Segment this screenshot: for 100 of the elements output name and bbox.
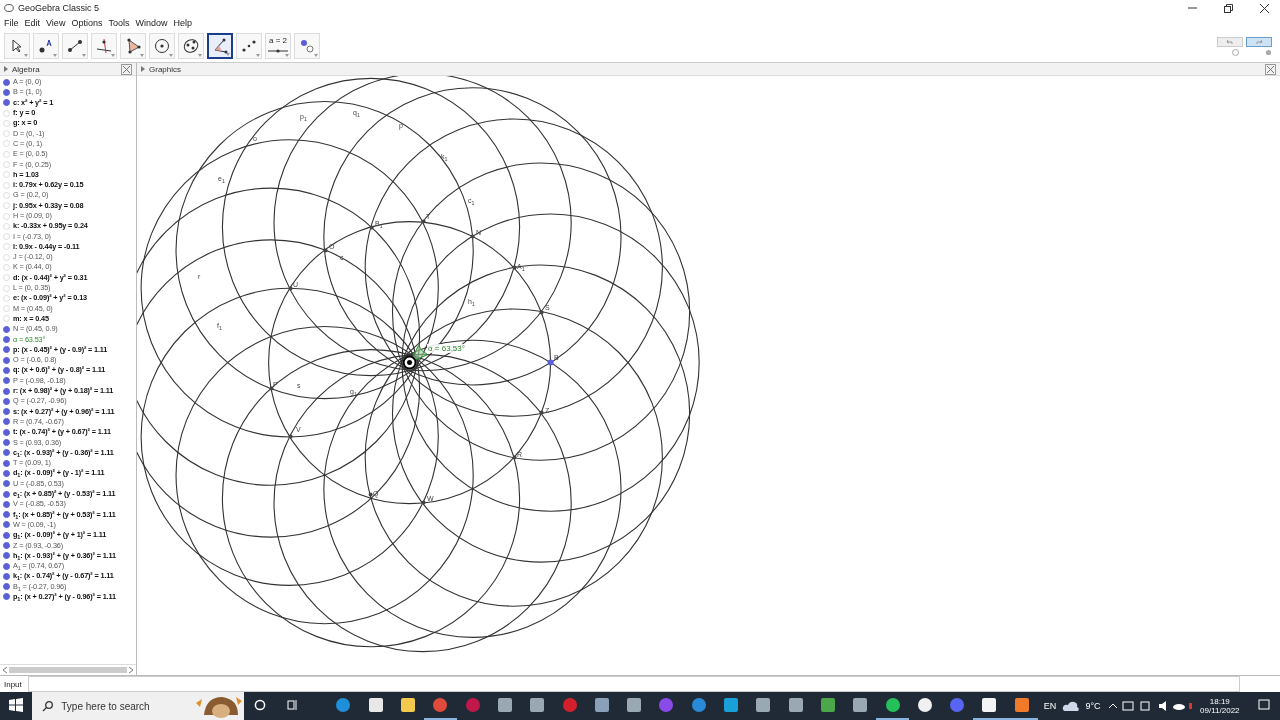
tool-button[interactable]: a = 2 (265, 33, 291, 59)
app-circle-icon (690, 697, 707, 713)
search-placeholder: Type here to search (61, 700, 151, 712)
segment-icon (67, 39, 83, 53)
visibility-toggle[interactable] (3, 408, 10, 416)
windows-logo-icon (9, 698, 24, 712)
visibility-toggle[interactable] (3, 88, 10, 96)
app-circle-icon (464, 697, 481, 713)
search-field[interactable]: Type here to search (32, 692, 244, 720)
visibility-toggle[interactable] (3, 336, 10, 344)
angle-icon (212, 38, 228, 54)
visibility-toggle[interactable] (3, 99, 10, 107)
close-icon (123, 65, 130, 73)
visibility-toggle[interactable] (3, 490, 10, 498)
menu-item[interactable]: Help (173, 18, 192, 28)
scroll-left-icon[interactable] (3, 667, 7, 673)
app-square-icon (593, 697, 610, 713)
menu-item[interactable]: Tools (108, 18, 130, 28)
dropdown-caret-icon (169, 54, 173, 57)
task-view-icon (286, 699, 299, 711)
visibility-toggle[interactable] (3, 593, 10, 601)
visibility-toggle[interactable] (3, 366, 10, 374)
visibility-toggle[interactable] (3, 552, 10, 560)
menu-item[interactable]: Edit (24, 18, 41, 28)
visibility-toggle[interactable] (3, 511, 10, 519)
visibility-toggle[interactable] (3, 377, 10, 385)
visibility-toggle[interactable] (3, 439, 10, 447)
visibility-toggle[interactable] (3, 346, 10, 354)
visibility-toggle[interactable] (3, 418, 10, 426)
redo-button[interactable] (1246, 36, 1272, 47)
close-icon (1259, 3, 1269, 13)
app-circle-icon (335, 697, 352, 713)
show-hide-icon (299, 38, 315, 54)
perpendicular-lines-icon (96, 38, 112, 54)
visibility-toggle[interactable] (3, 572, 10, 580)
input-field[interactable] (27, 676, 1240, 692)
visibility-toggle[interactable] (3, 469, 10, 477)
menu-item[interactable]: Window (135, 18, 168, 28)
visibility-toggle[interactable] (3, 500, 10, 508)
points-icon (241, 39, 257, 53)
visibility-toggle[interactable] (3, 583, 10, 591)
arrow-cursor-icon (11, 39, 23, 53)
visibility-toggle[interactable] (3, 521, 10, 529)
redo-icon (1255, 38, 1263, 45)
visibility-toggle[interactable] (3, 428, 10, 436)
scrollbar-thumb[interactable] (9, 667, 127, 673)
visibility-toggle[interactable] (3, 325, 10, 333)
visibility-toggle[interactable] (3, 387, 10, 395)
visibility-toggle[interactable] (3, 531, 10, 539)
app-circle-icon (916, 697, 933, 713)
language-indicator[interactable]: EN (1037, 701, 1063, 711)
app-circle-icon (658, 697, 675, 713)
panel-title: Graphics (149, 64, 182, 74)
app-circle-icon (432, 697, 449, 713)
tool-button[interactable] (207, 33, 233, 59)
visibility-toggle[interactable] (3, 459, 10, 467)
collapse-icon[interactable] (141, 66, 145, 72)
close-panel-button[interactable] (1265, 63, 1276, 75)
dropdown-caret-icon (53, 54, 57, 57)
menu-item[interactable]: Options (71, 18, 103, 28)
input-label: Input (4, 679, 22, 689)
notifications-icon (1257, 699, 1270, 711)
close-panel-button[interactable] (121, 63, 132, 75)
visibility-toggle[interactable] (3, 356, 10, 364)
visibility-toggle[interactable] (3, 480, 10, 488)
menu-item[interactable]: View (46, 18, 66, 28)
scroll-right-icon[interactable] (129, 667, 133, 673)
clock-date: 09/11/2022 (1200, 706, 1240, 715)
dropdown-caret-icon (111, 54, 115, 57)
visibility-toggle[interactable] (3, 562, 10, 570)
window-title: GeoGebra Classic 5 (18, 3, 101, 13)
circle-icon (154, 38, 170, 54)
app-square-icon (723, 697, 739, 713)
triangle-icon (125, 38, 141, 54)
app-square-icon (819, 697, 836, 713)
app-square-icon (787, 697, 804, 713)
ring-icon (253, 699, 266, 711)
app-square-icon (981, 697, 998, 713)
app-square-icon (1013, 697, 1030, 713)
menu-item[interactable]: File (4, 18, 19, 28)
app-circle-icon (561, 697, 578, 713)
ellipse-icon (183, 38, 199, 54)
app-square-icon (496, 697, 513, 713)
collapse-icon[interactable] (4, 66, 8, 72)
dropdown-caret-icon (256, 54, 260, 57)
dropdown-caret-icon (314, 54, 318, 57)
close-icon (1267, 65, 1274, 73)
visibility-toggle[interactable] (3, 542, 10, 549)
visibility-toggle[interactable] (3, 449, 10, 457)
dropdown-caret-icon (198, 54, 202, 57)
app-circle-icon (884, 697, 901, 713)
minimize-icon (1187, 7, 1197, 9)
visibility-toggle[interactable] (3, 397, 10, 405)
app-square-icon (626, 697, 643, 713)
app-logo-icon (4, 3, 14, 13)
dropdown-caret-icon (82, 54, 86, 57)
undo-icon (1226, 38, 1234, 45)
clock-time: 18:19 (1209, 697, 1230, 706)
visibility-toggle[interactable] (3, 78, 10, 86)
app-square-icon (367, 697, 384, 713)
